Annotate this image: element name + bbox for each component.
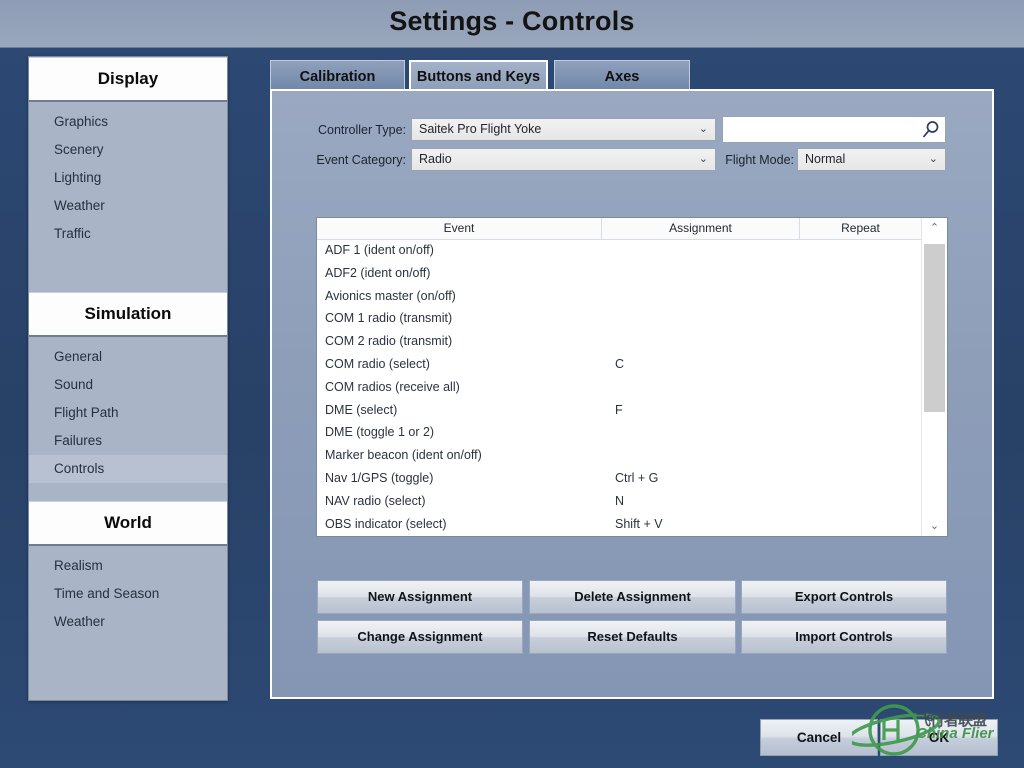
table-row[interactable]: ADF2 (ident on/off): [317, 263, 921, 286]
settings-window: Settings - Controls Display Graphics Sce…: [0, 0, 1024, 768]
cell-event: ADF2 (ident on/off): [325, 266, 430, 280]
flight-mode-value: Normal: [805, 152, 845, 166]
cell-event: COM radio (select): [325, 357, 430, 371]
search-input[interactable]: [729, 119, 923, 142]
table-row[interactable]: COM 1 radio (transmit): [317, 308, 921, 331]
cell-assignment: F: [615, 403, 623, 417]
page-title: Settings - Controls: [0, 6, 1024, 37]
sidebar-item-graphics[interactable]: Graphics: [29, 108, 227, 136]
reset-defaults-button[interactable]: Reset Defaults: [529, 620, 736, 654]
sidebar-group-header-world: World: [29, 501, 227, 546]
table-body: ADF 1 (ident on/off) ADF2 (ident on/off) A…: [317, 240, 921, 536]
table-row[interactable]: Nav 1/GPS (toggle) Ctrl + G: [317, 468, 921, 491]
sidebar-group-world: Realism Time and Season Weather: [29, 546, 227, 646]
chevron-down-icon: ⌄: [699, 149, 708, 170]
table-scrollbar[interactable]: ⌃ ⌄: [921, 218, 947, 536]
cell-assignment: Ctrl + G: [615, 471, 658, 485]
flight-mode-select[interactable]: Normal ⌄: [797, 148, 946, 171]
sidebar-group-display: Graphics Scenery Lighting Weather Traffi…: [29, 102, 227, 292]
sidebar-item-controls[interactable]: Controls: [29, 455, 227, 483]
cell-assignment: N: [615, 494, 624, 508]
cell-event: Nav 1/GPS (toggle): [325, 471, 433, 485]
new-assignment-button[interactable]: New Assignment: [317, 580, 523, 614]
sidebar-item-weather[interactable]: Weather: [29, 192, 227, 220]
cell-event: Marker beacon (ident on/off): [325, 448, 482, 462]
scrollbar-thumb[interactable]: [924, 244, 945, 412]
table-row[interactable]: OBS indicator (select) Shift + V: [317, 514, 921, 536]
sidebar-item-scenery[interactable]: Scenery: [29, 136, 227, 164]
sidebar: Display Graphics Scenery Lighting Weathe…: [28, 56, 228, 701]
flight-mode-label: Flight Mode:: [718, 153, 794, 167]
table-row[interactable]: COM radios (receive all): [317, 377, 921, 400]
sidebar-group-header-simulation: Simulation: [29, 292, 227, 337]
export-controls-button[interactable]: Export Controls: [741, 580, 947, 614]
ok-button[interactable]: OK: [880, 719, 998, 756]
sidebar-item-time-and-season[interactable]: Time and Season: [29, 580, 227, 608]
sidebar-item-realism[interactable]: Realism: [29, 552, 227, 580]
search-box[interactable]: [722, 116, 946, 143]
cancel-button[interactable]: Cancel: [760, 719, 878, 756]
cell-event: DME (select): [325, 403, 397, 417]
chevron-down-icon: ⌄: [929, 149, 938, 170]
import-controls-button[interactable]: Import Controls: [741, 620, 947, 654]
cell-event: Avionics master (on/off): [325, 289, 456, 303]
event-category-label: Event Category:: [314, 153, 406, 167]
controller-type-label: Controller Type:: [314, 123, 406, 137]
cell-event: ADF 1 (ident on/off): [325, 243, 434, 257]
sidebar-spacer: [29, 483, 227, 491]
sidebar-item-traffic[interactable]: Traffic: [29, 220, 227, 248]
table-row[interactable]: DME (toggle 1 or 2): [317, 422, 921, 445]
column-header-event[interactable]: Event: [317, 218, 601, 239]
sidebar-group-simulation: General Sound Flight Path Failures Contr…: [29, 337, 227, 501]
sidebar-item-flight-path[interactable]: Flight Path: [29, 399, 227, 427]
table-row[interactable]: DME (select) F: [317, 400, 921, 423]
column-header-assignment[interactable]: Assignment: [601, 218, 799, 239]
scroll-up-icon[interactable]: ⌃: [922, 218, 947, 238]
sidebar-item-failures[interactable]: Failures: [29, 427, 227, 455]
table-row[interactable]: COM 2 radio (transmit): [317, 331, 921, 354]
cell-event: OBS indicator (select): [325, 517, 447, 531]
event-category-select[interactable]: Radio ⌄: [411, 148, 716, 171]
change-assignment-button[interactable]: Change Assignment: [317, 620, 523, 654]
cell-event: COM 1 radio (transmit): [325, 311, 452, 325]
table-header-row: Event Assignment Repeat: [317, 218, 947, 240]
cell-assignment: C: [615, 357, 624, 371]
search-icon[interactable]: [920, 120, 940, 140]
cell-event: COM radios (receive all): [325, 380, 460, 394]
sidebar-spacer: [29, 248, 227, 282]
table-row[interactable]: NAV radio (select) N: [317, 491, 921, 514]
table-row[interactable]: Avionics master (on/off): [317, 286, 921, 309]
sidebar-item-weather-world[interactable]: Weather: [29, 608, 227, 636]
event-category-value: Radio: [419, 152, 452, 166]
cell-assignment: Shift + V: [615, 517, 663, 531]
cell-event: NAV radio (select): [325, 494, 426, 508]
controller-type-value: Saitek Pro Flight Yoke: [419, 122, 541, 136]
chevron-down-icon: ⌄: [699, 119, 708, 140]
sidebar-item-general[interactable]: General: [29, 343, 227, 371]
sidebar-group-header-display: Display: [29, 57, 227, 102]
cell-event: COM 2 radio (transmit): [325, 334, 452, 348]
sidebar-item-sound[interactable]: Sound: [29, 371, 227, 399]
title-bar: Settings - Controls: [0, 0, 1024, 48]
table-row[interactable]: Marker beacon (ident on/off): [317, 445, 921, 468]
cell-event: DME (toggle 1 or 2): [325, 425, 434, 439]
assignments-table: Event Assignment Repeat ADF 1 (ident on/…: [316, 217, 948, 537]
column-header-repeat[interactable]: Repeat: [799, 218, 921, 239]
sidebar-item-lighting[interactable]: Lighting: [29, 164, 227, 192]
controller-type-select[interactable]: Saitek Pro Flight Yoke ⌄: [411, 118, 716, 141]
delete-assignment-button[interactable]: Delete Assignment: [529, 580, 736, 614]
table-row[interactable]: COM radio (select) C: [317, 354, 921, 377]
table-row[interactable]: ADF 1 (ident on/off): [317, 240, 921, 263]
scroll-down-icon[interactable]: ⌄: [922, 516, 947, 536]
